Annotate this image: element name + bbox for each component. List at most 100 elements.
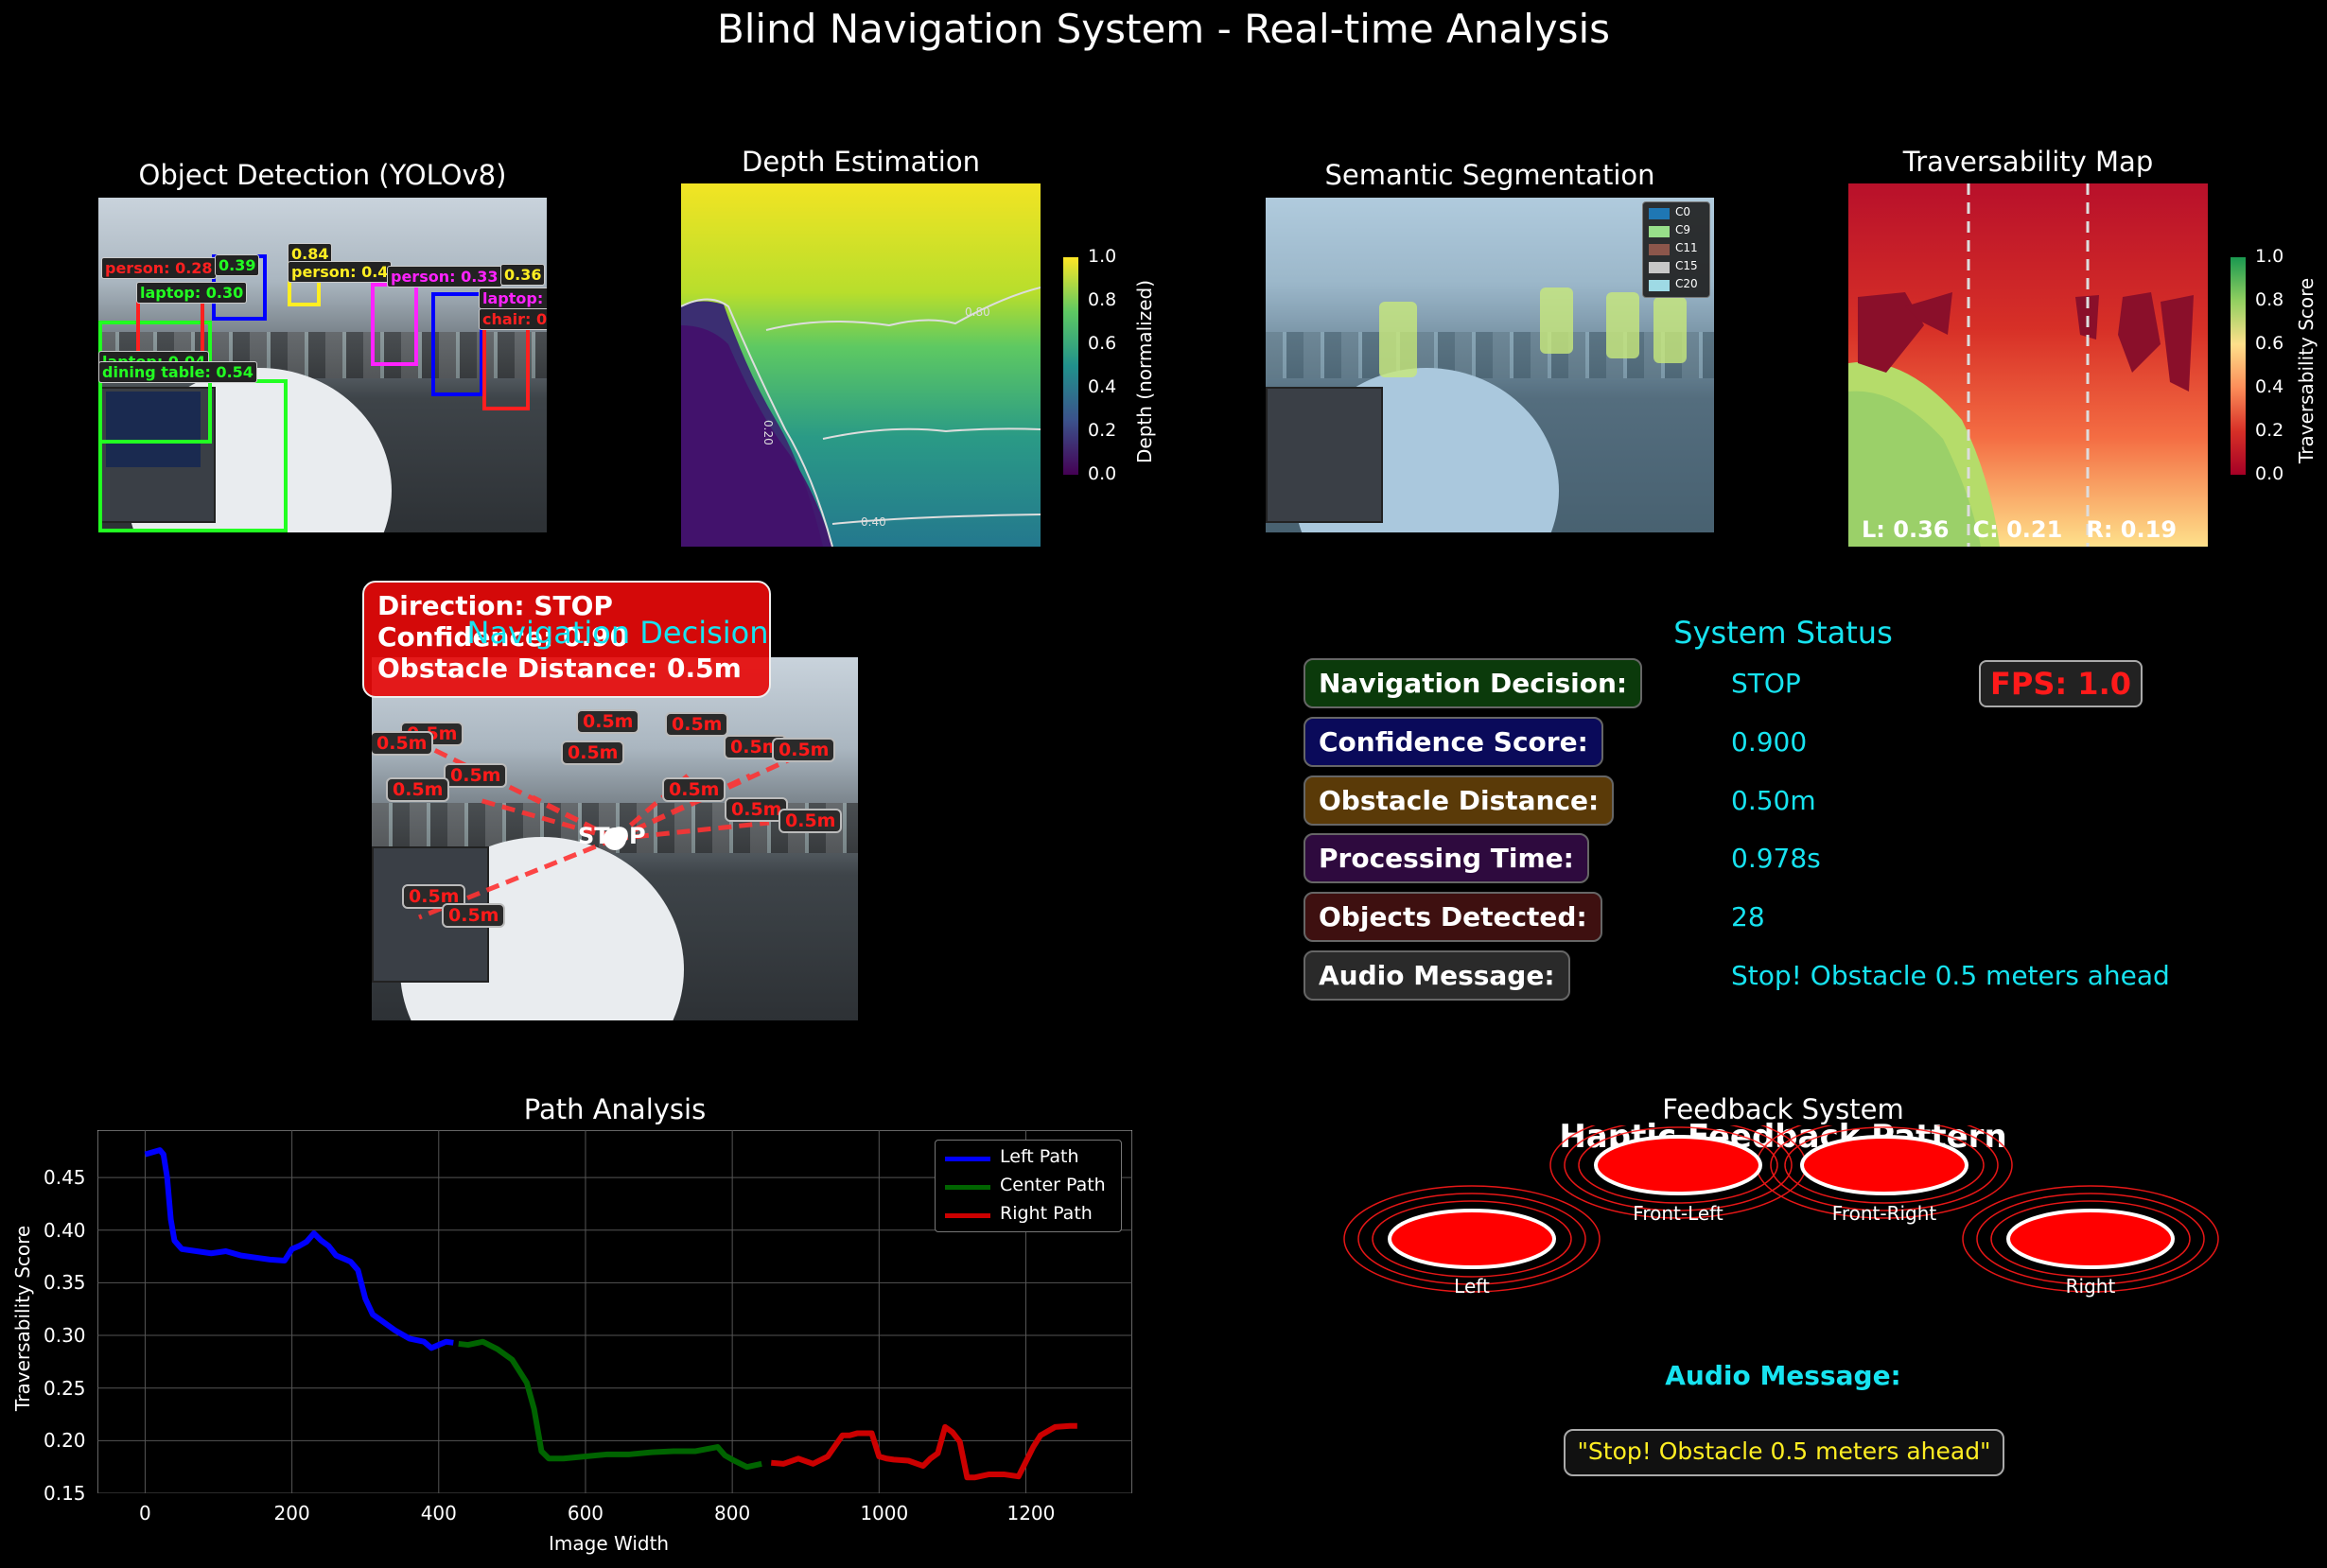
contour-label: 0.40 — [861, 515, 886, 529]
traversability-scores: L: 0.36 C: 0.21 R: 0.19 — [1862, 516, 2178, 543]
legend-label: Left Path — [1000, 1146, 1079, 1167]
depth-tick: 0.6 — [1088, 333, 1117, 354]
detection-box — [371, 283, 418, 366]
depth-title: Depth Estimation — [742, 146, 980, 178]
traversability-map: L: 0.36 C: 0.21 R: 0.19 — [1848, 183, 2208, 547]
series-line-0 — [144, 1147, 454, 1351]
segmentation-image: C0 C9 C11 C15 C20 — [1266, 198, 1714, 532]
legend-swatch — [945, 1185, 990, 1190]
legend-swatch — [945, 1213, 990, 1218]
legend-label: C0 — [1675, 205, 1691, 218]
trav-tick: 1.0 — [2255, 246, 2284, 267]
y-tick-label: 0.30 — [44, 1324, 86, 1348]
detection-label: 0.39 — [215, 254, 260, 276]
detection-box — [431, 292, 483, 396]
depth-tick: 0.8 — [1088, 289, 1117, 310]
traversability-colorbar — [2231, 257, 2246, 475]
audio-heading: Audio Message: — [1665, 1360, 1901, 1391]
path-legend: Left Path Center Path Right Path — [935, 1140, 1122, 1232]
distance-label: 0.5m — [576, 709, 640, 734]
segmentation-legend: C0 C9 C11 C15 C20 — [1642, 201, 1710, 298]
distance-label: 0.5m — [372, 731, 434, 756]
motor-label-left: Left — [1454, 1275, 1490, 1298]
x-tick-label: 400 — [420, 1502, 457, 1524]
fps-badge: FPS: 1.0 — [1979, 660, 2143, 707]
distance-label: 0.5m — [779, 809, 843, 833]
contour-label: 0.20 — [761, 420, 775, 445]
detection-label: dining table: 0.54 — [98, 361, 257, 383]
audio-message-box: "Stop! Obstacle 0.5 meters ahead" — [1564, 1429, 2004, 1476]
status-key-objects: Objects Detected: — [1303, 892, 1602, 942]
motor-right — [2006, 1209, 2175, 1269]
x-tick-label: 200 — [273, 1502, 310, 1524]
detection-label: laptop: 0.40 — [479, 287, 547, 309]
x-tick-label: 0 — [139, 1502, 151, 1524]
motor-label-right: Right — [2065, 1275, 2116, 1298]
motor-label-front-left: Front-Left — [1633, 1202, 1723, 1225]
distance-label: 0.5m — [442, 903, 506, 928]
audio-message-text: "Stop! Obstacle 0.5 meters ahead" — [1577, 1437, 1991, 1465]
depth-tick: 0.4 — [1088, 376, 1117, 397]
y-tick-label: 0.20 — [44, 1429, 86, 1453]
detection-label: person: 0.4 — [288, 261, 393, 283]
motor-front-left — [1594, 1135, 1762, 1195]
legend-label: C9 — [1675, 223, 1691, 236]
depth-tick: 0.2 — [1088, 420, 1117, 441]
status-key-confidence: Confidence Score: — [1303, 717, 1603, 767]
detection-label: person: 0.28 — [101, 257, 217, 279]
nav-obstacle-distance: Obstacle Distance: 0.5m — [377, 653, 742, 684]
legend-label: C15 — [1675, 259, 1698, 272]
distance-label: 0.5m — [386, 777, 450, 802]
status-val-processing: 0.978s — [1731, 843, 1821, 874]
x-tick-label: 800 — [714, 1502, 751, 1524]
path-analysis-title: Path Analysis — [523, 1093, 707, 1125]
system-status-title: System Status — [1673, 615, 1893, 651]
x-tick-label: 600 — [567, 1502, 604, 1524]
trav-tick: 0.6 — [2255, 333, 2284, 354]
series-line-2 — [771, 1422, 1077, 1481]
trav-tick: 0.4 — [2255, 376, 2284, 397]
trav-tick: 0.2 — [2255, 420, 2284, 441]
motor-label-front-right: Front-Right — [1831, 1202, 1937, 1225]
depth-map-graphic: 0.80 0.20 0.40 — [681, 183, 1041, 547]
navigation-image: STOP 0.5m 0.5m 0.5m 0.5m 0.5m 0.5m 0.5m … — [372, 657, 858, 1020]
depth-tick: 0.0 — [1088, 463, 1117, 484]
status-val-confidence: 0.900 — [1731, 726, 1808, 758]
y-axis-label: Traversability Score — [11, 1225, 34, 1411]
x-tick-label: 1200 — [1006, 1502, 1056, 1524]
y-tick-label: 0.45 — [44, 1166, 86, 1190]
depth-tick: 1.0 — [1088, 246, 1117, 267]
y-tick-label: 0.40 — [44, 1218, 86, 1242]
status-val-decision: STOP — [1731, 668, 1801, 699]
detection-label: 0.36 — [500, 264, 546, 286]
motor-left — [1388, 1209, 1556, 1269]
navigation-center-label: STOP — [578, 823, 646, 849]
trav-colorbar-label: Traversability Score — [2295, 277, 2318, 463]
status-val-distance: 0.50m — [1731, 785, 1816, 816]
depth-colorbar-label: Depth (normalized) — [1133, 279, 1156, 463]
distance-label: 0.5m — [561, 740, 625, 765]
y-tick-label: 0.25 — [44, 1376, 86, 1400]
detection-label: person: 0.33 — [387, 266, 502, 287]
contour-label: 0.80 — [965, 305, 990, 319]
legend-label: C11 — [1675, 241, 1698, 254]
detection-title: Object Detection (YOLOv8) — [138, 159, 507, 191]
status-val-objects: 28 — [1731, 901, 1765, 932]
legend-label: Right Path — [1000, 1203, 1093, 1224]
segmentation-title: Semantic Segmentation — [1324, 159, 1655, 191]
detection-label: laptop: 0.30 — [136, 282, 248, 304]
distance-label: 0.5m — [665, 712, 729, 737]
status-key-distance: Obstacle Distance: — [1303, 775, 1615, 826]
legend-label: C20 — [1675, 277, 1698, 290]
motor-front-right — [1800, 1135, 1968, 1195]
status-key-decision: Navigation Decision: — [1303, 658, 1643, 708]
x-tick-label: 1000 — [860, 1502, 909, 1524]
y-tick-label: 0.15 — [44, 1482, 86, 1505]
detection-label: chair: 0.71 — [479, 308, 547, 330]
traversability-title: Traversability Map — [1902, 146, 2154, 178]
y-tick-label: 0.35 — [44, 1271, 86, 1295]
status-key-processing: Processing Time: — [1303, 833, 1589, 883]
series-line-1 — [458, 1338, 762, 1471]
page-title: Blind Navigation System - Real-time Anal… — [716, 6, 1611, 52]
navigation-title: Navigation Decision — [466, 615, 769, 651]
